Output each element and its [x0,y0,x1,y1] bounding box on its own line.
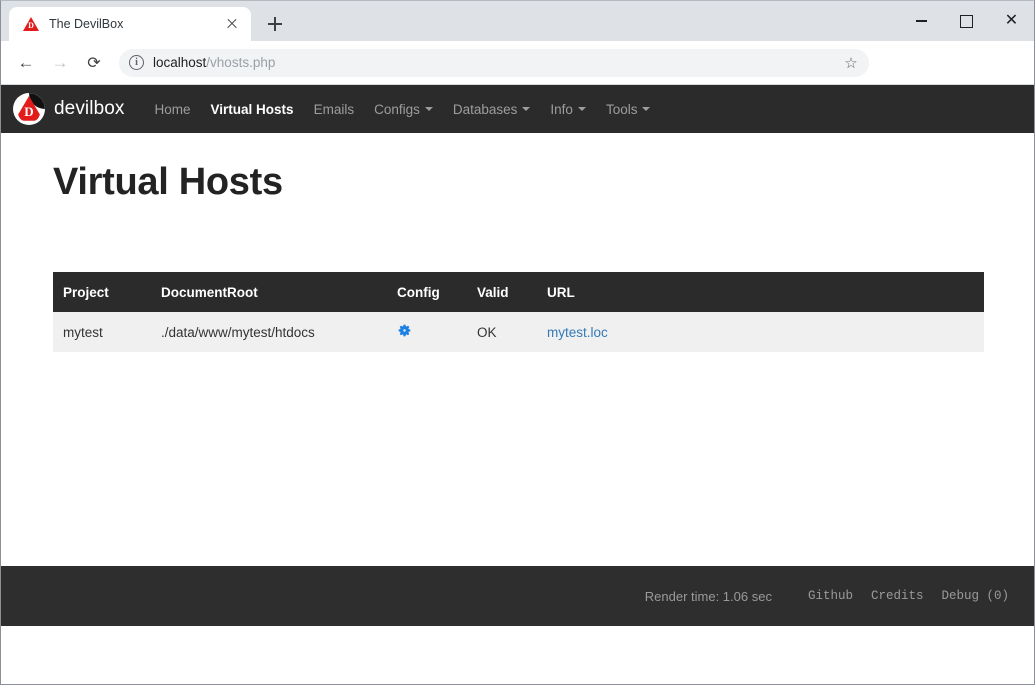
column-header-config: Config [387,272,467,312]
chevron-down-icon [424,107,433,111]
close-icon: ✕ [1004,12,1019,29]
nav-item-label: Emails [313,101,355,117]
url-path: /vhosts.php [206,55,276,70]
cell-valid-status: OK [467,312,537,352]
brand-name: devilbox [54,98,125,119]
tab-title: The DevilBox [49,17,124,31]
nav-item-configs[interactable]: Configs [364,102,443,117]
cell-url: mytest.loc [537,312,984,352]
page-viewport: D devilbox Home Virtual Hosts Emails Con… [1,85,1034,626]
logo-letter: D [24,104,34,119]
site-info-icon[interactable]: i [129,55,144,70]
nav-item-label: Virtual Hosts [210,101,294,117]
maximize-button[interactable] [944,1,989,41]
nav-item-databases[interactable]: Databases [443,102,541,117]
minimize-button[interactable] [899,1,944,41]
site-footer: Render time: 1.06 sec Github Credits Deb… [1,566,1034,626]
forward-button[interactable]: → [45,48,75,78]
gear-icon[interactable] [397,323,412,341]
table-header-row: Project DocumentRoot Config Valid URL [53,272,984,312]
column-header-url: URL [537,272,984,312]
address-bar[interactable]: i localhost/vhosts.php ☆ [119,48,869,77]
bookmark-star-icon[interactable]: ☆ [841,54,861,72]
browser-toolbar: ← → ⟳ i localhost/vhosts.php ☆ [1,41,1034,85]
nav-item-home[interactable]: Home [145,102,201,117]
nav-item-virtual-hosts[interactable]: Virtual Hosts [201,102,304,117]
brand-logo-link[interactable]: D devilbox [13,93,125,125]
nav-item-label: Info [550,101,573,117]
cell-config [387,312,467,352]
url-text: localhost/vhosts.php [153,55,275,70]
page-title: Virtual Hosts [53,161,283,203]
table-header: Project DocumentRoot Config Valid URL [53,272,984,312]
nav-item-emails[interactable]: Emails [304,102,365,117]
back-arrow-icon: ← [17,52,35,72]
nav-item-label: Tools [605,101,638,117]
back-button[interactable]: ← [11,48,41,78]
table-body: mytest ./data/www/mytest/htdocs OK mytes… [53,312,984,352]
nav-item-label: Databases [452,101,518,117]
column-header-documentroot: DocumentRoot [151,272,387,312]
reload-button[interactable]: ⟳ [79,48,109,78]
footer-link-credits[interactable]: Credits [871,589,924,603]
virtual-hosts-table: Project DocumentRoot Config Valid URL my… [53,272,984,352]
nav-item-label: Home [154,101,191,117]
url-host: localhost [153,55,207,70]
main-content: Virtual Hosts Project DocumentRoot Confi… [1,161,1034,352]
table-row: mytest ./data/www/mytest/htdocs OK mytes… [53,312,984,352]
nav-item-tools[interactable]: Tools [596,102,661,117]
new-tab-button[interactable] [261,10,289,38]
nav-item-info[interactable]: Info [540,102,596,117]
footer-link-debug[interactable]: Debug (0) [941,589,1009,603]
render-time: Render time: 1.06 sec [644,588,772,604]
chevron-down-icon [642,107,651,111]
vhost-url-link[interactable]: mytest.loc [547,325,608,340]
cell-project: mytest [53,312,151,352]
close-tab-icon[interactable] [223,15,241,33]
navbar-links: Home Virtual Hosts Emails Configs Databa… [145,102,661,117]
forward-arrow-icon: → [51,52,69,72]
footer-link-github[interactable]: Github [808,589,853,603]
reload-icon: ⟳ [87,54,101,72]
tab-strip: D The DevilBox ✕ [1,1,1034,41]
browser-window: D The DevilBox ✕ ← → ⟳ i localhost/vhost… [0,0,1035,685]
chevron-down-icon [577,107,586,111]
devilbox-triangle-icon: D [23,16,39,32]
chevron-down-icon [522,107,531,111]
browser-tab-devilbox[interactable]: D The DevilBox [9,7,251,41]
site-navbar: D devilbox Home Virtual Hosts Emails Con… [1,85,1034,133]
column-header-project: Project [53,272,151,312]
devilbox-logo-icon: D [13,93,45,125]
column-header-valid: Valid [467,272,537,312]
window-controls: ✕ [899,1,1034,41]
close-window-button[interactable]: ✕ [989,1,1034,41]
info-glyph: i [135,56,138,68]
cell-documentroot: ./data/www/mytest/htdocs [151,312,387,352]
nav-item-label: Configs [374,101,420,117]
